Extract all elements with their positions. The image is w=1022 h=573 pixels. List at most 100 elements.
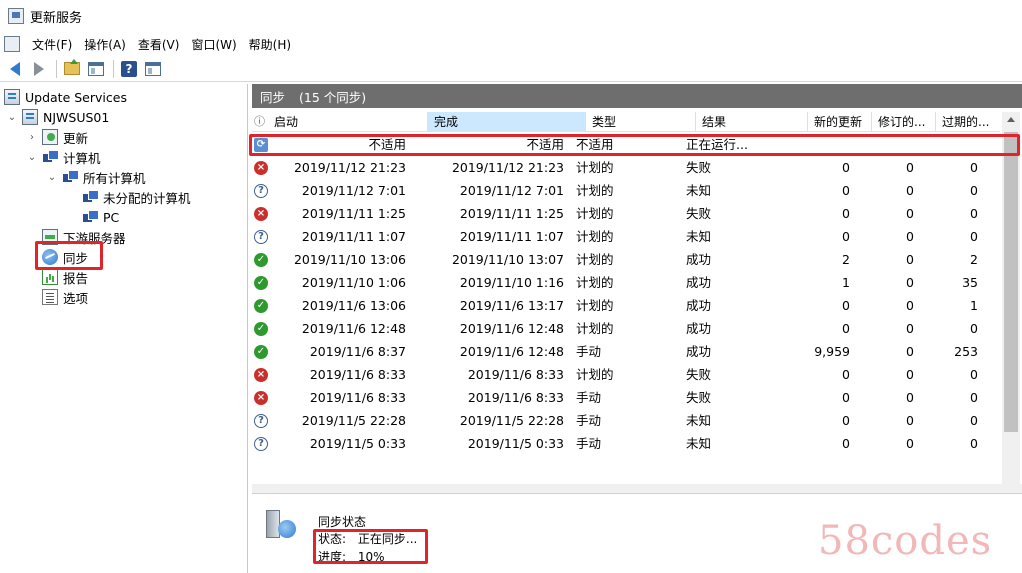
cell-expired-updates: 0 [970,321,978,336]
success-icon: ✓ [254,298,268,313]
cell-result: 未知 [686,229,712,244]
chevron-right-icon[interactable]: › [26,131,38,143]
menu-view[interactable]: 查看(V) [132,34,186,55]
cell-start: 2019/11/5 22:28 [301,413,406,428]
tree-item-synchronizations[interactable]: 同步 [42,247,88,267]
cell-expired-updates: 0 [970,229,978,244]
tree-item-pc[interactable]: PC [82,207,119,227]
back-button[interactable] [4,58,26,80]
cell-result: 未知 [686,183,712,198]
pane-header: 同步 (15 个同步) [252,84,1022,108]
downstream-servers-icon [42,229,58,245]
status-line: 状态: 正在同步... [318,530,417,547]
tree-item-label: 计算机 [63,150,101,166]
cell-start: 2019/11/6 13:06 [301,298,406,313]
computer-group-icon [82,209,99,225]
tree-item-updates[interactable]: › 更新 [26,127,88,147]
show-hide-action-pane-button[interactable] [142,58,164,80]
options-icon [42,289,58,305]
column-finish[interactable]: 完成 [428,112,586,132]
tree-item-label: Update Services [25,89,127,105]
menu-help[interactable]: 帮助(H) [243,34,297,55]
table-row[interactable]: ⟳ 不适用 不适用 不适用 正在运行... [252,133,1000,156]
cell-finish: 2019/11/10 1:16 [459,275,564,290]
tree-item-unassigned[interactable]: 未分配的计算机 [82,187,191,207]
cell-finish: 2019/11/11 1:07 [459,229,564,244]
cell-type: 手动 [576,413,602,428]
cell-expired-updates: 0 [970,206,978,221]
back-arrow-icon [10,61,20,76]
cell-result: 成功 [686,298,712,313]
cell-revised-updates: 0 [906,275,914,290]
cell-result: 失败 [686,160,712,175]
cell-type: 计划的 [576,183,614,198]
cell-result: 失败 [686,367,712,382]
cell-new-updates: 0 [842,160,850,175]
table-row[interactable]: ? 2019/11/12 7:01 2019/11/12 7:01 计划的 未知 0 0 0 [252,179,1000,202]
tree-item-reports[interactable]: 报告 [42,267,88,287]
table-row[interactable]: × 2019/11/6 8:33 2019/11/6 8:33 手动 失败 0 0 0 [252,386,1000,409]
column-type[interactable]: 类型 [586,112,696,132]
cell-start: 2019/11/11 1:07 [301,229,406,244]
table-row[interactable]: × 2019/11/6 8:33 2019/11/6 8:33 计划的 失败 0 0 0 [252,363,1000,386]
tree-item-downstream[interactable]: 下游服务器 [42,227,126,247]
cell-revised-updates: 0 [906,413,914,428]
table-row[interactable]: ✓ 2019/11/6 13:06 2019/11/6 13:17 计划的 成功 0 0 1 [252,294,1000,317]
cell-new-updates: 0 [842,436,850,451]
column-revised-updates[interactable]: 修订的... [872,112,936,132]
table-row[interactable]: × 2019/11/11 1:25 2019/11/11 1:25 计划的 失败 0 0 0 [252,202,1000,225]
menu-file[interactable]: 文件(F) [26,34,78,55]
cell-result: 未知 [686,436,712,451]
cell-start: 2019/11/11 1:25 [301,206,406,221]
table-row[interactable]: × 2019/11/12 21:23 2019/11/12 21:23 计划的 失败 0 0… [252,156,1000,179]
table-row[interactable]: ? 2019/11/11 1:07 2019/11/11 1:07 计划的 未知 0 0 0 [252,225,1000,248]
table-row[interactable]: ✓ 2019/11/6 12:48 2019/11/6 12:48 计划的 成功 0 0 0 [252,317,1000,340]
tree-item-options[interactable]: 选项 [42,287,88,307]
failed-icon: × [254,390,268,405]
up-one-level-button[interactable] [61,58,83,80]
tree-item-server[interactable]: ⌄ NJWSUS01 [6,107,109,127]
cell-revised-updates: 0 [906,183,914,198]
show-hide-tree-button[interactable] [85,58,107,80]
cell-start: 2019/11/10 1:06 [301,275,406,290]
computers-group-icon [62,169,79,185]
unknown-icon: ? [254,229,268,244]
cell-revised-updates [856,133,920,156]
scroll-up-icon[interactable] [1007,117,1015,122]
table-row[interactable]: ✓ 2019/11/10 13:06 2019/11/10 13:07 计划的 成功 2 0… [252,248,1000,271]
tree-item-label: 同步 [63,250,89,266]
chevron-down-icon[interactable]: ⌄ [46,171,58,183]
chevron-down-icon[interactable]: ⌄ [26,151,38,163]
table-row[interactable]: ✓ 2019/11/10 1:06 2019/11/10 1:16 计划的 成功 1 0 35 [252,271,1000,294]
vertical-scrollbar[interactable] [1002,112,1020,532]
tree-item-label: 所有计算机 [83,170,146,186]
forward-button[interactable] [28,58,50,80]
cell-revised-updates: 0 [906,367,914,382]
menu-action[interactable]: 操作(A) [78,34,132,55]
column-start[interactable]: 启动 [268,112,428,132]
menu-window[interactable]: 窗口(W) [185,34,242,55]
column-result[interactable]: 结果 [696,112,808,132]
scrollbar-thumb[interactable] [1004,132,1018,432]
success-icon: ✓ [254,275,268,290]
server-graphic [266,510,280,538]
table-row[interactable]: ? 2019/11/5 22:28 2019/11/5 22:28 手动 未知 0 0 0 [252,409,1000,432]
tree-item-root[interactable]: Update Services [4,87,127,107]
cell-start: 2019/11/12 7:01 [301,183,406,198]
title-bar: 更新服务 [0,0,1022,32]
tree-item-all-computers[interactable]: ⌄ 所有计算机 [46,167,146,187]
console-icon[interactable] [4,36,20,52]
table-row[interactable]: ? 2019/11/5 0:33 2019/11/5 0:33 手动 未知 0 0 0 [252,432,1000,455]
chevron-down-icon[interactable]: ⌄ [6,111,18,123]
cell-finish: 2019/11/6 8:33 [467,390,564,405]
help-button[interactable]: ? [118,58,140,80]
sync-count: (15 个同步) [299,89,367,105]
cell-type: 手动 [576,436,602,451]
column-expired-updates[interactable]: 过期的... [936,112,1000,132]
tree-item-computers[interactable]: ⌄ 计算机 [26,147,101,167]
column-new-updates[interactable]: 新的更新 [808,112,872,132]
cell-new-updates: 0 [842,367,850,382]
cell-expired-updates: 0 [970,367,978,382]
unknown-icon: ? [254,183,268,198]
table-row[interactable]: ✓ 2019/11/6 8:37 2019/11/6 12:48 手动 成功 9,959 0… [252,340,1000,363]
